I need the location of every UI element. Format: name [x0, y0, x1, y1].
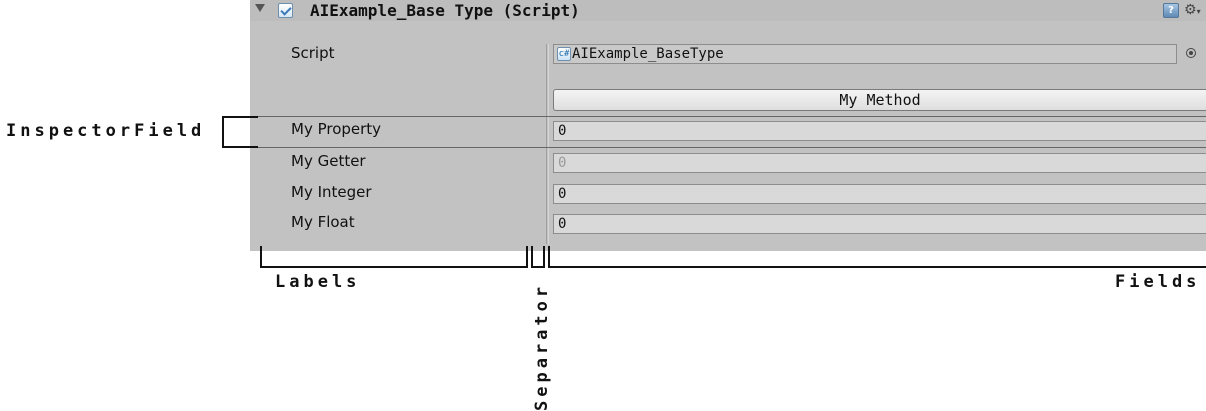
inspector-field-bracket: [222, 116, 258, 148]
labels-bracket: [260, 246, 528, 268]
enabled-checkbox[interactable]: [278, 3, 293, 18]
fields-bracket: [548, 246, 1206, 268]
script-label: Script: [291, 44, 335, 62]
my-method-button[interactable]: My Method: [553, 89, 1206, 111]
annotation-inspector-field: InspectorField: [6, 121, 206, 141]
object-picker-icon[interactable]: [1186, 48, 1196, 58]
field-input-my-getter: 0: [553, 153, 1206, 173]
field-label-my-property: My Property: [291, 120, 382, 138]
component-title: AIExample_Base Type (Script): [310, 1, 580, 20]
gear-glyph: ⚙: [1184, 2, 1197, 18]
field-label-my-float: My Float: [291, 213, 355, 231]
script-field-value: AIExample_BaseType: [572, 46, 724, 62]
script-icon: c#: [557, 47, 571, 61]
help-icon[interactable]: ?: [1163, 3, 1179, 18]
annotation-fields: Fields: [1115, 272, 1201, 292]
foldout-arrow-icon[interactable]: [255, 4, 265, 12]
field-label-my-integer: My Integer: [291, 183, 372, 201]
inspector-panel: AIExample_Base Type (Script) ? ⚙▾ Script…: [250, 0, 1206, 251]
script-field[interactable]: c# AIExample_BaseType: [553, 44, 1177, 64]
field-input-my-property[interactable]: 0: [553, 121, 1206, 141]
component-header[interactable]: AIExample_Base Type (Script) ? ⚙▾: [250, 0, 1206, 21]
gear-icon[interactable]: ⚙▾: [1184, 1, 1201, 21]
annotation-labels: Labels: [275, 272, 361, 292]
field-label-my-getter: My Getter: [291, 152, 366, 170]
dropdown-caret-icon: ▾: [1196, 7, 1201, 16]
field-input-my-float[interactable]: 0: [553, 214, 1206, 234]
field-input-my-integer[interactable]: 0: [553, 184, 1206, 204]
annotation-separator: Separator: [532, 282, 552, 411]
separator-bracket: [531, 246, 545, 268]
